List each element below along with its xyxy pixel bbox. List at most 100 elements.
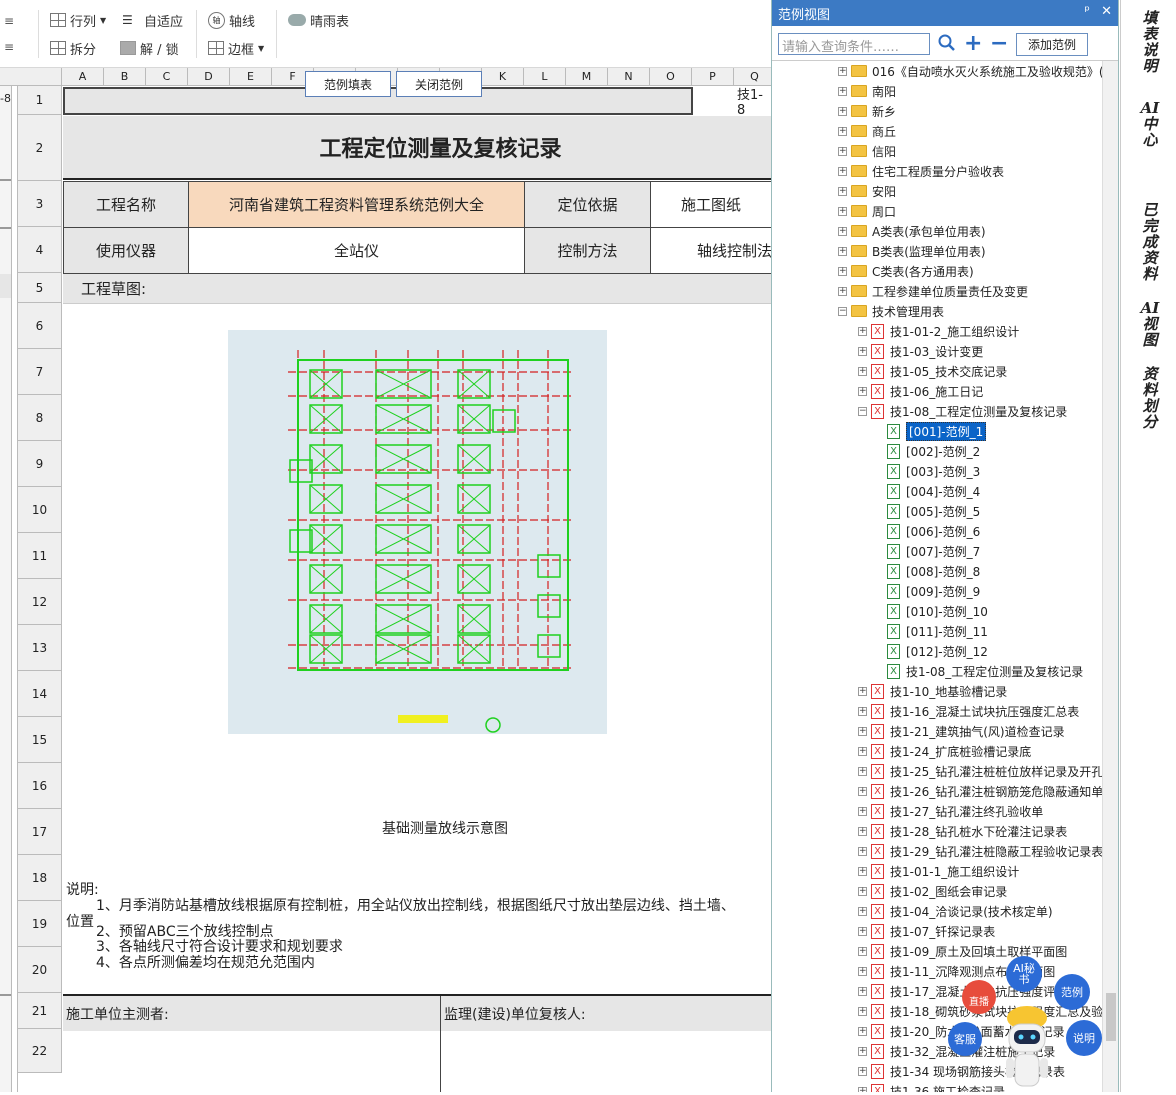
tree-item[interactable]: + X 技1-26_钻孔灌注桩钢筋笼危隐蔽通知单: [858, 781, 1102, 801]
expand-toggle-icon[interactable]: +: [838, 246, 847, 256]
column-header[interactable]: O: [650, 68, 692, 86]
tree-item[interactable]: − 技术管理用表: [838, 301, 944, 321]
expand-toggle-icon[interactable]: +: [858, 866, 867, 876]
tree-item[interactable]: + 新乡: [838, 101, 896, 121]
row-header[interactable]: 9: [18, 441, 62, 487]
expand-toggle-icon[interactable]: +: [838, 206, 847, 216]
tree-item[interactable]: + 住宅工程质量分户验收表: [838, 161, 1004, 181]
tree-item[interactable]: + X 技1-27_钻孔灌注终孔验收单: [858, 801, 1043, 821]
row-header[interactable]: 14: [18, 671, 62, 717]
tab-ai-view[interactable]: AI视图: [1139, 300, 1161, 348]
row-header[interactable]: 20: [18, 947, 62, 993]
tree-item[interactable]: + X 技1-36 施工检查记录: [858, 1081, 1005, 1092]
tree-item[interactable]: X [001]-范例_1: [874, 421, 987, 441]
expand-toggle-icon[interactable]: +: [858, 966, 867, 976]
tab-ai-center[interactable]: AI中心: [1139, 100, 1161, 148]
expand-toggle-icon[interactable]: +: [858, 946, 867, 956]
basis-value[interactable]: 施工图纸: [650, 181, 771, 228]
row-header[interactable]: 2: [18, 115, 62, 181]
column-header[interactable]: D: [188, 68, 230, 86]
tab-fill-instructions[interactable]: 填表说明: [1139, 10, 1161, 74]
expand-toggle-icon[interactable]: +: [838, 86, 847, 96]
tree-item[interactable]: + X 技1-06_施工日记: [858, 381, 983, 401]
tree-item[interactable]: + X 技1-10_地基验槽记录: [858, 681, 1007, 701]
row-header[interactable]: 22: [18, 1029, 62, 1073]
tree-item[interactable]: + X 技1-07_钎探记录表: [858, 921, 995, 941]
tree-item[interactable]: + X 技1-05_技术交底记录: [858, 361, 1007, 381]
close-example-button[interactable]: 关闭范例: [396, 71, 482, 97]
corner-cell[interactable]: [0, 68, 62, 86]
row-header[interactable]: 18: [18, 855, 62, 901]
service-button[interactable]: 客服: [948, 1022, 982, 1056]
expand-toggle-icon[interactable]: +: [858, 1006, 867, 1016]
tree-item[interactable]: + X 技1-28_钻孔桩水下砼灌注记录表: [858, 821, 1067, 841]
column-header[interactable]: N: [608, 68, 650, 86]
minus-icon[interactable]: −: [990, 31, 1008, 56]
expand-toggle-icon[interactable]: −: [838, 306, 847, 316]
expand-toggle-icon[interactable]: +: [858, 1046, 867, 1056]
row-col-button[interactable]: 行列 ▼: [50, 10, 106, 30]
tree-item[interactable]: + X 技1-09_原土及回填土取样平面图: [858, 941, 1067, 961]
row-header[interactable]: 1: [18, 86, 62, 115]
row-header[interactable]: 8: [18, 395, 62, 441]
tree-item[interactable]: X [004]-范例_4: [874, 481, 980, 501]
unlock-button[interactable]: 解 / 锁: [120, 38, 179, 58]
row-header[interactable]: 10: [18, 487, 62, 533]
tree-item[interactable]: + 信阳: [838, 141, 896, 161]
row-header[interactable]: 19: [18, 901, 62, 947]
expand-toggle-icon[interactable]: +: [858, 826, 867, 836]
tree-item[interactable]: X [006]-范例_6: [874, 521, 980, 541]
tree-item[interactable]: + X 技1-04_洽谈记录(技术核定单): [858, 901, 1053, 921]
tree-item[interactable]: + 周口: [838, 201, 896, 221]
row-header[interactable]: 12: [18, 579, 62, 625]
row-header[interactable]: 5: [18, 273, 62, 303]
tab-completed-docs[interactable]: 已完成资料: [1139, 202, 1161, 282]
expand-toggle-icon[interactable]: +: [838, 166, 847, 176]
expand-toggle-icon[interactable]: +: [858, 686, 867, 696]
expand-toggle-icon[interactable]: +: [838, 106, 847, 116]
tree-item[interactable]: + 南阳: [838, 81, 896, 101]
tab-doc-division[interactable]: 资料划分: [1139, 366, 1161, 430]
scrollbar[interactable]: [1102, 61, 1118, 1092]
tree-item[interactable]: + X 技1-29_钻孔灌注桩隐蔽工程验收记录表: [858, 841, 1102, 861]
tree-item[interactable]: X [003]-范例_3: [874, 461, 980, 481]
column-header[interactable]: B: [104, 68, 146, 86]
tree-item[interactable]: X [012]-范例_12: [874, 641, 988, 661]
scrollbar-thumb[interactable]: [1106, 993, 1116, 1041]
row-header[interactable]: 3: [18, 181, 62, 227]
expand-toggle-icon[interactable]: +: [858, 746, 867, 756]
control-value[interactable]: 轴线控制法: [650, 227, 771, 274]
expand-toggle-icon[interactable]: +: [858, 786, 867, 796]
column-header[interactable]: E: [230, 68, 272, 86]
expand-toggle-icon[interactable]: +: [858, 1026, 867, 1036]
expand-toggle-icon[interactable]: +: [858, 806, 867, 816]
tree-item[interactable]: X [008]-范例_8: [874, 561, 980, 581]
expand-toggle-icon[interactable]: +: [858, 986, 867, 996]
tree-item[interactable]: X [011]-范例_11: [874, 621, 988, 641]
explain-button[interactable]: 说明: [1066, 1020, 1102, 1056]
tree-item[interactable]: +016《自动喷水灭火系统施工及验收规范》(: [838, 61, 1102, 81]
expand-toggle-icon[interactable]: +: [838, 146, 847, 156]
axis-button[interactable]: 轴 轴线: [208, 10, 255, 30]
column-header[interactable]: C: [146, 68, 188, 86]
tree-item[interactable]: + 商丘: [838, 121, 896, 141]
row-header[interactable]: 11: [18, 533, 62, 579]
row-header[interactable]: 17: [18, 809, 62, 855]
expand-toggle-icon[interactable]: +: [858, 386, 867, 396]
row-header[interactable]: 16: [18, 763, 62, 809]
example-fill-button[interactable]: 范例填表: [305, 71, 391, 97]
tree-item[interactable]: + 安阳: [838, 181, 896, 201]
tree-item[interactable]: X 技1-08_工程定位测量及复核记录: [874, 661, 1083, 681]
menu-icon[interactable]: ≡: [4, 14, 14, 28]
pin-icon[interactable]: ᵖ: [1084, 4, 1090, 19]
column-header[interactable]: K: [482, 68, 524, 86]
expand-toggle-icon[interactable]: +: [858, 1066, 867, 1076]
expand-toggle-icon[interactable]: +: [838, 286, 847, 296]
expand-toggle-icon[interactable]: +: [858, 346, 867, 356]
expand-toggle-icon[interactable]: +: [858, 706, 867, 716]
row-header[interactable]: 21: [18, 993, 62, 1029]
expand-toggle-icon[interactable]: +: [858, 366, 867, 376]
expand-toggle-icon[interactable]: +: [838, 226, 847, 236]
tree-item[interactable]: X [005]-范例_5: [874, 501, 980, 521]
tree-item[interactable]: + X 技1-25_钻孔灌注桩桩位放样记录及开孔: [858, 761, 1102, 781]
